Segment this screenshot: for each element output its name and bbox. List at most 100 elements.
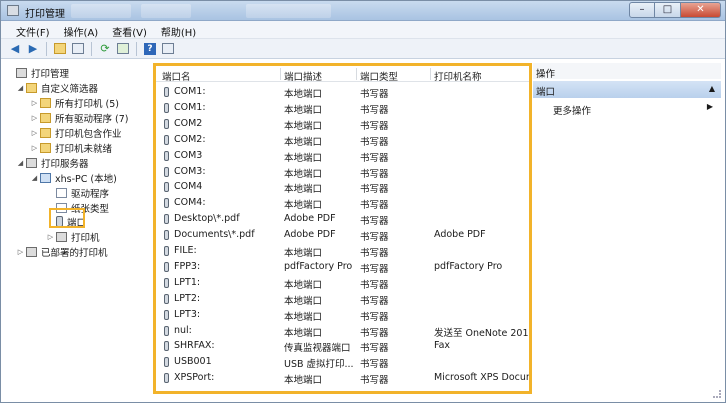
port-name-cell: COM4: [174,197,206,209]
tree-node-label: 所有驱动程序 (7) [55,113,129,125]
tree-expander[interactable]: ▷ [30,144,39,152]
table-row[interactable]: FPP3: pdfFactory Pro 书写器 pdfFactory Pro [156,259,529,275]
tree-node-drivers[interactable]: 驱动程序 [46,185,109,200]
tree-node-printers-not-ready[interactable]: ▷ 打印机未就绪 [30,140,112,155]
port-description-cell: 本地端口 [284,311,323,323]
table-row[interactable]: COM1: 本地端口 书写器 [156,84,529,100]
tree-expander[interactable]: ▷ [16,248,25,256]
column-header-port-description[interactable]: 端口描述 [284,69,322,83]
tree-expander[interactable]: ◢ [30,174,39,182]
column-divider[interactable] [280,68,281,80]
tree-expander[interactable]: ▷ [30,99,39,107]
column-header-port-type[interactable]: 端口类型 [360,69,398,83]
table-row[interactable]: LPT2: 本地端口 书写器 [156,291,529,307]
tree-node-printers-with-jobs[interactable]: ▷ 打印机包含作业 [30,125,122,140]
port-icon [164,118,169,129]
more-actions-link[interactable]: 更多操作 [553,103,591,117]
port-name-cell: COM3 [174,149,203,161]
tree-node-all-drivers[interactable]: ▷ 所有驱动程序 (7) [30,110,128,125]
table-row[interactable]: USB001 USB 虚拟打印... 书写器 [156,354,529,370]
resize-grip-icon[interactable] [713,390,721,398]
maximize-button[interactable]: □ [655,2,681,18]
port-type-cell: 书写器 [360,327,389,339]
table-row[interactable]: LPT1: 本地端口 书写器 [156,275,529,291]
tree-expander[interactable]: ◢ [16,84,25,92]
menu-view[interactable]: 查看(V) [105,21,154,39]
port-icon [164,150,169,161]
tree-node-print-management[interactable]: 打印管理 [6,65,69,80]
table-row[interactable]: COM1: 本地端口 书写器 [156,100,529,116]
column-header-port-name[interactable]: 端口名 [162,69,191,83]
actions-section-ports[interactable]: 端口 ▲ [533,81,721,98]
table-row[interactable]: COM3 本地端口 书写器 [156,148,529,164]
table-row[interactable]: COM4: 本地端口 书写器 [156,195,529,211]
table-row[interactable]: COM3: 本地端口 书写器 [156,164,529,180]
table-row[interactable]: Desktop\*.pdf Adobe PDF 书写器 [156,211,529,227]
export-icon[interactable] [115,41,131,57]
computer-icon [40,172,51,183]
refresh-icon[interactable]: ⟳ [97,41,113,57]
menu-bar: 文件(F) 操作(A) 查看(V) 帮助(H) [1,21,725,39]
back-arrow-icon[interactable]: ◀ [7,41,23,57]
help-icon[interactable]: ? [142,41,158,57]
ports-highlight-box [49,208,85,228]
table-row[interactable]: SHRFAX: 传真监视器端口 书写器 Fax [156,338,529,354]
port-type-cell: 书写器 [360,152,389,164]
port-name-cell: COM2: [174,133,206,145]
table-row[interactable]: LPT3: 本地端口 书写器 [156,307,529,323]
port-type-cell: 书写器 [360,279,389,291]
port-name-cell: FILE: [174,245,197,256]
column-header-printer-name[interactable]: 打印机名称 [434,69,482,83]
port-name-cell: COM2 [174,117,203,129]
tree-expander[interactable]: ▷ [46,233,55,241]
print-management-window: 打印管理 – □ ✕ 文件(F) 操作(A) 查看(V) 帮助(H) ◀ ▶ ⟳… [0,0,726,403]
table-row[interactable]: COM2 本地端口 书写器 [156,116,529,132]
port-icon [164,341,169,352]
tree-expander[interactable]: ◢ [16,159,25,167]
column-divider[interactable] [356,68,357,80]
up-folder-icon[interactable] [52,41,68,57]
table-row[interactable]: nul: 本地端口 书写器 发送至 OneNote 2010 [156,323,529,339]
chevron-right-icon[interactable]: ▶ [707,102,713,111]
tree-expander[interactable]: ▷ [30,129,39,137]
port-name-cell: XPSPort: [174,372,215,384]
minimize-button[interactable]: – [629,2,655,18]
tree-node-local-pc[interactable]: ◢ xhs-PC (本地) [30,170,117,185]
tree-node-label: 打印服务器 [41,158,89,170]
tree-node-print-servers[interactable]: ◢ 打印服务器 [16,155,89,170]
port-icon [164,87,169,97]
menu-help[interactable]: 帮助(H) [154,21,203,39]
filter-icon [40,127,51,138]
menu-action[interactable]: 操作(A) [57,21,106,39]
forward-arrow-icon[interactable]: ▶ [25,41,41,57]
port-type-cell: 书写器 [360,168,389,180]
properties-icon[interactable] [160,41,176,57]
tree-node-custom-filters[interactable]: ◢ 自定义筛选器 [16,80,98,95]
table-row[interactable]: COM4 本地端口 书写器 [156,179,529,195]
tree-node-label: 所有打印机 (5) [55,98,119,110]
port-description-cell: 本地端口 [284,295,323,307]
menu-file[interactable]: 文件(F) [9,21,57,39]
tree-node-printers[interactable]: ▷ 打印机 [46,229,100,244]
table-row[interactable]: COM2: 本地端口 书写器 [156,132,529,148]
port-type-cell: 书写器 [360,248,389,259]
toolbar: ◀ ▶ ⟳ ? [1,39,725,59]
collapse-up-icon[interactable]: ▲ [709,84,715,93]
table-row[interactable]: XPSPort: 本地端口 书写器 Microsoft XPS Document Wr… [156,370,529,386]
tree-node-deployed-printers[interactable]: ▷ 已部署的打印机 [16,244,108,259]
port-type-cell: 书写器 [360,89,389,100]
tree-node-label: 驱动程序 [71,188,110,200]
table-row[interactable]: Documents\*.pdf Adobe PDF 书写器 Adobe PDF [156,227,529,243]
tree-node-label: 打印机 [71,232,100,244]
printer-management-icon [16,67,27,78]
tree-expander[interactable]: ▷ [30,114,39,122]
close-button[interactable]: ✕ [681,2,721,18]
column-divider[interactable] [430,68,431,80]
show-tree-icon[interactable] [70,41,86,57]
port-name-cell: COM1: [174,86,206,97]
port-icon [164,357,169,368]
tree-node-label: 已部署的打印机 [41,247,108,259]
list-header: 端口名 端口描述 端口类型 打印机名称 [156,66,529,83]
table-row[interactable]: FILE: 本地端口 书写器 [156,243,529,259]
tree-node-all-printers[interactable]: ▷ 所有打印机 (5) [30,95,119,110]
